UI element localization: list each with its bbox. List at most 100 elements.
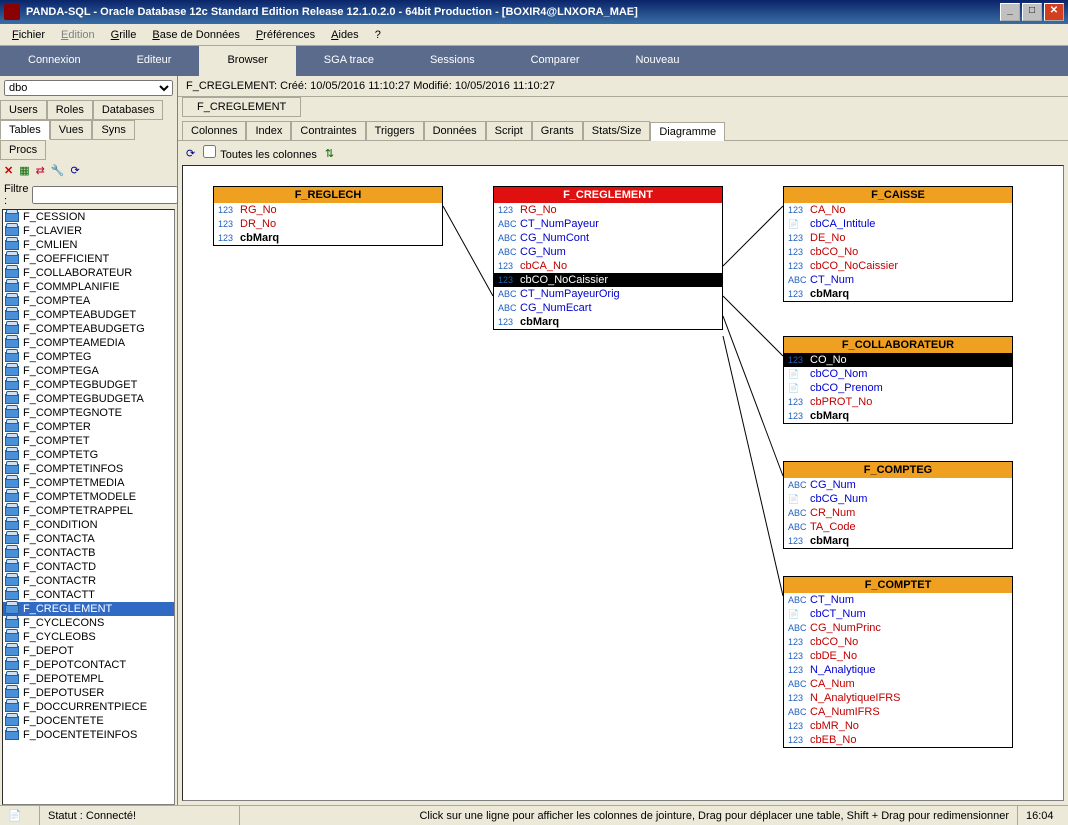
column-row[interactable]: 123RG_No <box>214 203 442 217</box>
column-row[interactable]: ABCCG_Num <box>784 478 1012 492</box>
subtab-script[interactable]: Script <box>486 121 532 140</box>
link-icon[interactable]: ⇄ <box>36 164 45 177</box>
tree-item[interactable]: F_COMPTETRAPPEL <box>3 504 174 518</box>
subtab-stats[interactable]: Stats/Size <box>583 121 651 140</box>
tab-editeur[interactable]: Editeur <box>109 46 200 76</box>
tree-item[interactable]: F_COMPTEGA <box>3 364 174 378</box>
lefttab-databases[interactable]: Databases <box>93 100 164 120</box>
tree-item[interactable]: F_CYCLEOBS <box>3 630 174 644</box>
diagram-table-comptet[interactable]: F_COMPTETABCCT_Num📄cbCT_NumABCCG_NumPrin… <box>783 576 1013 748</box>
tab-sessions[interactable]: Sessions <box>402 46 503 76</box>
tree-item[interactable]: F_COMPTETMEDIA <box>3 476 174 490</box>
diagram-table-reglech[interactable]: F_REGLECH123RG_No123DR_No123cbMarq <box>213 186 443 246</box>
column-row[interactable]: ABCCT_NumPayeur <box>494 217 722 231</box>
subtab-contraintes[interactable]: Contraintes <box>291 121 365 140</box>
tree-item[interactable]: F_COMPTEG <box>3 350 174 364</box>
close-button[interactable]: ✕ <box>1044 3 1064 21</box>
tree-item[interactable]: F_COMPTEABUDGET <box>3 308 174 322</box>
column-row[interactable]: 123N_Analytique <box>784 663 1012 677</box>
all-columns-checkbox-label[interactable]: Toutes les colonnes <box>203 145 317 161</box>
column-row[interactable]: 📄cbCG_Num <box>784 492 1012 506</box>
tree-item[interactable]: F_DEPOTUSER <box>3 686 174 700</box>
tree-item[interactable]: F_COMPTEAMEDIA <box>3 336 174 350</box>
grid-icon[interactable]: ▦ <box>19 164 29 177</box>
tree-item[interactable]: F_DOCENTETEINFOS <box>3 728 174 742</box>
sort-icon[interactable]: ⇅ <box>325 147 334 160</box>
menu-edition[interactable]: Edition <box>53 27 103 43</box>
tab-nouveau[interactable]: Nouveau <box>607 46 707 76</box>
lefttab-vues[interactable]: Vues <box>50 120 93 140</box>
tree-item[interactable]: F_CMLIEN <box>3 238 174 252</box>
column-row[interactable]: 123cbCA_No <box>494 259 722 273</box>
diagram-table-collab[interactable]: F_COLLABORATEUR123CO_No📄cbCO_Nom📄cbCO_Pr… <box>783 336 1013 424</box>
tree-item[interactable]: F_CONDITION <box>3 518 174 532</box>
lefttab-tables[interactable]: Tables <box>0 120 50 140</box>
column-row[interactable]: 123N_AnalytiqueIFRS <box>784 691 1012 705</box>
object-tree[interactable]: F_CESSIONF_CLAVIERF_CMLIENF_COEFFICIENTF… <box>2 209 175 805</box>
tree-item[interactable]: F_DOCENTETE <box>3 714 174 728</box>
table-header[interactable]: F_COLLABORATEUR <box>784 337 1012 353</box>
column-row[interactable]: 123cbMarq <box>784 409 1012 423</box>
tree-item[interactable]: F_CLAVIER <box>3 224 174 238</box>
column-row[interactable]: 123cbMarq <box>214 231 442 245</box>
column-row[interactable]: ABCCT_Num <box>784 593 1012 607</box>
object-tab[interactable]: F_CREGLEMENT <box>182 97 301 117</box>
tool-icon[interactable]: 🔧 <box>51 164 65 177</box>
column-row[interactable]: 123CA_No <box>784 203 1012 217</box>
table-header[interactable]: F_CREGLEMENT <box>494 187 722 203</box>
tree-item[interactable]: F_COEFFICIENT <box>3 252 174 266</box>
table-header[interactable]: F_REGLECH <box>214 187 442 203</box>
column-row[interactable]: ABCTA_Code <box>784 520 1012 534</box>
table-header[interactable]: F_CAISSE <box>784 187 1012 203</box>
tree-item[interactable]: F_DEPOT <box>3 644 174 658</box>
column-row[interactable]: 📄cbCA_Intitule <box>784 217 1012 231</box>
menu-fichier[interactable]: Fichier <box>4 27 53 43</box>
subtab-colonnes[interactable]: Colonnes <box>182 121 246 140</box>
column-row[interactable]: 123cbPROT_No <box>784 395 1012 409</box>
diagram-table-compteg[interactable]: F_COMPTEGABCCG_Num📄cbCG_NumABCCR_NumABCT… <box>783 461 1013 549</box>
column-row[interactable]: 123DR_No <box>214 217 442 231</box>
tree-item[interactable]: F_COMPTETINFOS <box>3 462 174 476</box>
column-row[interactable]: 123cbCO_NoCaissier <box>784 259 1012 273</box>
column-row[interactable]: 123cbEB_No <box>784 733 1012 747</box>
column-row[interactable]: 123cbDE_No <box>784 649 1012 663</box>
tree-item[interactable]: F_CONTACTR <box>3 574 174 588</box>
tree-item[interactable]: F_COMPTEGBUDGET <box>3 378 174 392</box>
tab-browser[interactable]: Browser <box>199 46 295 76</box>
tree-item[interactable]: F_CONTACTB <box>3 546 174 560</box>
minimize-button[interactable]: _ <box>1000 3 1020 21</box>
column-row[interactable]: 123cbMarq <box>784 287 1012 301</box>
filter-input[interactable] <box>32 186 178 204</box>
schema-select[interactable]: dbo <box>4 80 173 96</box>
column-row[interactable]: ABCCG_NumCont <box>494 231 722 245</box>
column-row[interactable]: 123cbMR_No <box>784 719 1012 733</box>
tab-sga[interactable]: SGA trace <box>296 46 402 76</box>
tree-item[interactable]: F_DEPOTEMPL <box>3 672 174 686</box>
column-row[interactable]: 123cbCO_NoCaissier <box>494 273 722 287</box>
column-row[interactable]: ABCCT_NumPayeurOrig <box>494 287 722 301</box>
tab-connexion[interactable]: Connexion <box>0 46 109 76</box>
tree-item[interactable]: F_DOCCURRENTPIECE <box>3 700 174 714</box>
column-row[interactable]: 123DE_No <box>784 231 1012 245</box>
tree-item[interactable]: F_DEPOTCONTACT <box>3 658 174 672</box>
subtab-grants[interactable]: Grants <box>532 121 583 140</box>
subtab-diagramme[interactable]: Diagramme <box>650 122 725 141</box>
all-columns-checkbox[interactable] <box>203 145 216 158</box>
column-row[interactable]: 123cbCO_No <box>784 635 1012 649</box>
tree-item[interactable]: F_CONTACTA <box>3 532 174 546</box>
subtab-index[interactable]: Index <box>246 121 291 140</box>
tab-comparer[interactable]: Comparer <box>503 46 608 76</box>
column-row[interactable]: 📄cbCO_Nom <box>784 367 1012 381</box>
column-row[interactable]: ABCCG_NumPrinc <box>784 621 1012 635</box>
column-row[interactable]: ABCCA_NumIFRS <box>784 705 1012 719</box>
diagram-table-creglement[interactable]: F_CREGLEMENT123RG_NoABCCT_NumPayeurABCCG… <box>493 186 723 330</box>
tree-item[interactable]: F_CYCLECONS <box>3 616 174 630</box>
tree-item[interactable]: F_COMPTEA <box>3 294 174 308</box>
column-row[interactable]: 📄cbCO_Prenom <box>784 381 1012 395</box>
tree-item[interactable]: F_COMPTET <box>3 434 174 448</box>
diagram-canvas[interactable]: F_REGLECH123RG_No123DR_No123cbMarqF_CREG… <box>182 165 1064 801</box>
menu-help[interactable]: ? <box>367 27 389 43</box>
tree-item[interactable]: F_COMPTEGNOTE <box>3 406 174 420</box>
subtab-triggers[interactable]: Triggers <box>366 121 424 140</box>
column-row[interactable]: ABCCT_Num <box>784 273 1012 287</box>
